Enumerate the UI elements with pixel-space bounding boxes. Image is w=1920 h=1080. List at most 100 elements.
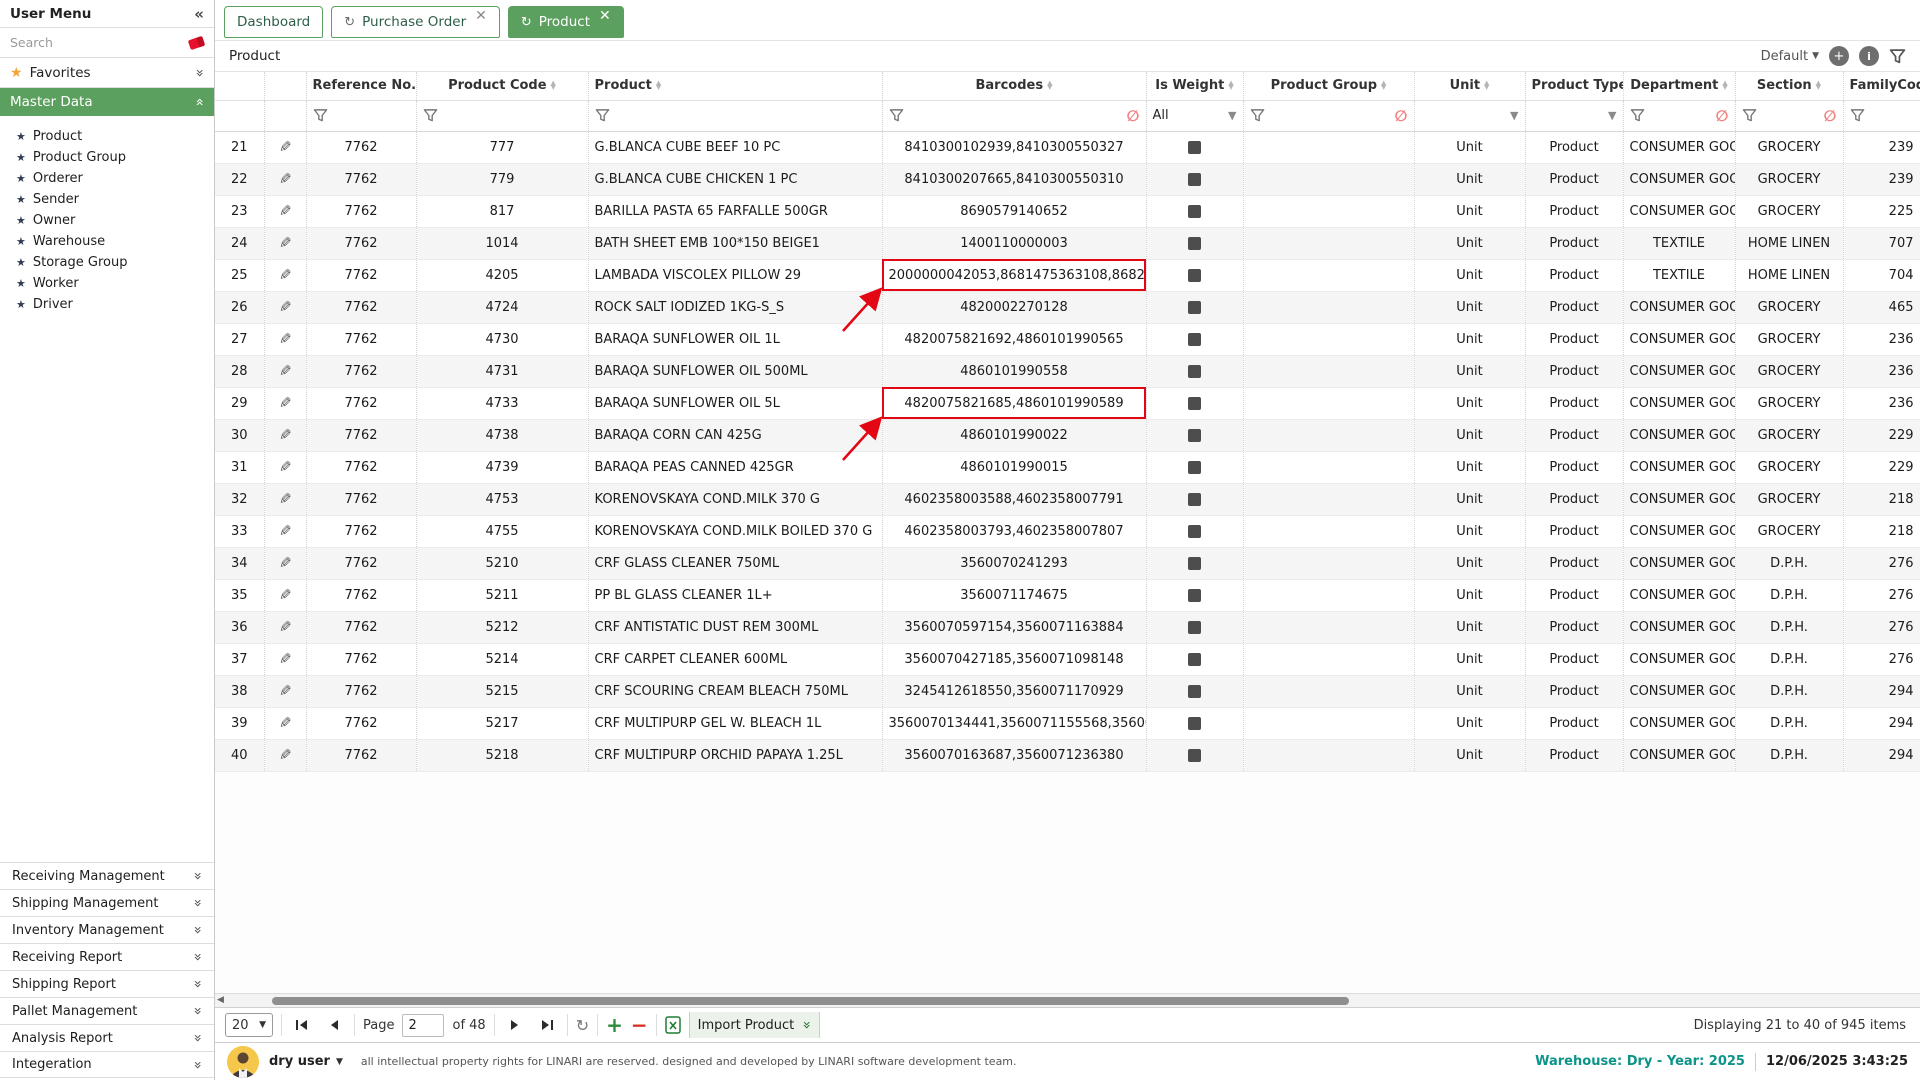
is-weight-checkbox[interactable] (1188, 685, 1201, 698)
page-number-input[interactable] (402, 1014, 444, 1037)
sort-icon[interactable]: ▲▼ (551, 82, 556, 90)
clear-filter-icon[interactable]: ∅ (1127, 107, 1140, 125)
table-row[interactable]: 29✎77624733BARAQA SUNFLOWER OIL 5L482007… (215, 387, 1920, 419)
previous-page-button[interactable] (322, 1013, 346, 1037)
user-menu-header[interactable]: User Menu « (0, 0, 214, 28)
column-filter-icon[interactable] (889, 108, 904, 123)
scroll-left-icon[interactable]: ◀ (217, 995, 224, 1005)
column-filter-icon[interactable] (313, 108, 328, 123)
edit-icon[interactable]: ✎ (279, 138, 292, 156)
table-row[interactable]: 27✎77624730BARAQA SUNFLOWER OIL 1L482007… (215, 323, 1920, 355)
sidebar-section-inventory-management[interactable]: Inventory Management» (0, 916, 214, 943)
is-weight-checkbox[interactable] (1188, 493, 1201, 506)
table-row[interactable]: 25✎77624205LAMBADA VISCOLEX PILLOW 29200… (215, 259, 1920, 291)
table-row[interactable]: 38✎77625215CRF SCOURING CREAM BLEACH 750… (215, 675, 1920, 707)
chevron-down-icon[interactable]: » (190, 953, 206, 962)
is-weight-checkbox[interactable] (1188, 301, 1201, 314)
tab-dashboard[interactable]: Dashboard (224, 6, 323, 38)
edit-icon[interactable]: ✎ (279, 170, 292, 188)
favorites-header[interactable]: ★ Favorites » (0, 58, 214, 88)
table-row[interactable]: 24✎77621014BATH SHEET EMB 100*150 BEIGE1… (215, 227, 1920, 259)
chevron-down-icon[interactable]: » (190, 899, 206, 908)
edit-icon[interactable]: ✎ (279, 298, 292, 316)
column-filter-icon[interactable] (1850, 108, 1865, 123)
chevron-down-icon[interactable]: » (190, 1034, 206, 1043)
sidebar-section-integeration[interactable]: Integeration» (0, 1051, 214, 1078)
column-filter-icon[interactable] (595, 108, 610, 123)
is-weight-checkbox[interactable] (1188, 429, 1201, 442)
table-row[interactable]: 40✎77625218CRF MULTIPURP ORCHID PAPAYA 1… (215, 739, 1920, 771)
is-weight-checkbox[interactable] (1188, 557, 1201, 570)
delete-row-button[interactable]: − (631, 1013, 648, 1037)
sidebar-section-receiving-management[interactable]: Receiving Management» (0, 862, 214, 889)
column-header-code[interactable]: Product Code▲▼ (416, 72, 588, 100)
sidebar-item-product-group[interactable]: ★Product Group (0, 147, 214, 168)
sort-icon[interactable]: ▲▼ (1816, 82, 1821, 90)
clear-filter-icon[interactable]: ∅ (1824, 107, 1837, 125)
next-page-button[interactable] (503, 1013, 527, 1037)
is-weight-checkbox[interactable] (1188, 365, 1201, 378)
chevron-down-icon[interactable]: ▼ (1608, 109, 1616, 122)
filter-button[interactable] (1889, 48, 1906, 65)
sidebar-item-owner[interactable]: ★Owner (0, 210, 214, 231)
sidebar-section-pallet-management[interactable]: Pallet Management» (0, 997, 214, 1024)
is-weight-checkbox[interactable] (1188, 717, 1201, 730)
table-row[interactable]: 32✎77624753KORENOVSKAYA COND.MILK 370 G4… (215, 483, 1920, 515)
sidebar-section-analysis-report[interactable]: Analysis Report» (0, 1024, 214, 1051)
is-weight-checkbox[interactable] (1188, 749, 1201, 762)
is-weight-checkbox[interactable] (1188, 269, 1201, 282)
table-row[interactable]: 39✎77625217CRF MULTIPURP GEL W. BLEACH 1… (215, 707, 1920, 739)
is-weight-checkbox[interactable] (1188, 621, 1201, 634)
chevron-up-icon[interactable]: « (192, 98, 208, 107)
column-header-family[interactable]: FamilyCod▲▼ (1843, 72, 1920, 100)
refresh-icon[interactable]: ↻ (521, 15, 532, 30)
page-size-select[interactable]: 20 ▼ (225, 1013, 273, 1037)
is-weight-checkbox[interactable] (1188, 333, 1201, 346)
column-header-barcodes[interactable]: Barcodes▲▼ (882, 72, 1146, 100)
table-row[interactable]: 30✎77624738BARAQA CORN CAN 425G486010199… (215, 419, 1920, 451)
table-row[interactable]: 31✎77624739BARAQA PEAS CANNED 425GR48601… (215, 451, 1920, 483)
sidebar-item-driver[interactable]: ★Driver (0, 294, 214, 315)
is-weight-checkbox[interactable] (1188, 205, 1201, 218)
sort-icon[interactable]: ▲▼ (1381, 82, 1386, 90)
edit-icon[interactable]: ✎ (279, 714, 292, 732)
add-column-button[interactable]: + (1829, 46, 1849, 66)
edit-icon[interactable]: ✎ (279, 202, 292, 220)
edit-icon[interactable]: ✎ (279, 586, 292, 604)
column-header-group[interactable]: Product Group▲▼ (1243, 72, 1414, 100)
table-row[interactable]: 26✎77624724ROCK SALT IODIZED 1KG-S_S4820… (215, 291, 1920, 323)
chevron-down-icon[interactable]: » (190, 980, 206, 989)
chevron-down-icon[interactable]: » (190, 1060, 206, 1069)
sort-icon[interactable]: ▲▼ (1722, 82, 1727, 90)
edit-icon[interactable]: ✎ (279, 554, 292, 572)
sort-icon[interactable]: ▲▼ (1047, 82, 1052, 90)
is-weight-checkbox[interactable] (1188, 653, 1201, 666)
clear-filter-icon[interactable]: ∅ (1395, 107, 1408, 125)
clear-filter-icon[interactable]: ∅ (1716, 107, 1729, 125)
column-header-ptype[interactable]: Product Type▲▼ (1525, 72, 1623, 100)
column-filter-icon[interactable] (1250, 108, 1265, 123)
table-row[interactable]: 36✎77625212CRF ANTISTATIC DUST REM 300ML… (215, 611, 1920, 643)
column-filter-icon[interactable] (1742, 108, 1757, 123)
excel-export-icon[interactable] (665, 1016, 681, 1034)
chevron-down-icon[interactable]: ▼ (1228, 109, 1236, 122)
edit-icon[interactable]: ✎ (279, 362, 292, 380)
horizontal-scrollbar[interactable]: ◀ (215, 993, 1920, 1007)
edit-icon[interactable]: ✎ (279, 682, 292, 700)
edit-icon[interactable]: ✎ (279, 234, 292, 252)
refresh-icon[interactable]: ↻ (344, 15, 355, 30)
chevron-down-icon[interactable]: » (190, 872, 206, 881)
info-button[interactable]: i (1859, 46, 1879, 66)
chevron-down-icon[interactable]: » (190, 1007, 206, 1016)
is-weight-checkbox[interactable] (1188, 141, 1201, 154)
edit-icon[interactable]: ✎ (279, 490, 292, 508)
table-row[interactable]: 21✎7762777G.BLANCA CUBE BEEF 10 PC841030… (215, 131, 1920, 163)
close-icon[interactable]: ✕ (475, 8, 487, 24)
column-filter-icon[interactable] (423, 108, 438, 123)
edit-icon[interactable]: ✎ (279, 650, 292, 668)
view-selector-dropdown[interactable]: Default ▼ (1761, 49, 1819, 64)
is-weight-checkbox[interactable] (1188, 525, 1201, 538)
edit-icon[interactable]: ✎ (279, 458, 292, 476)
sidebar-item-worker[interactable]: ★Worker (0, 273, 214, 294)
last-page-button[interactable] (535, 1013, 559, 1037)
